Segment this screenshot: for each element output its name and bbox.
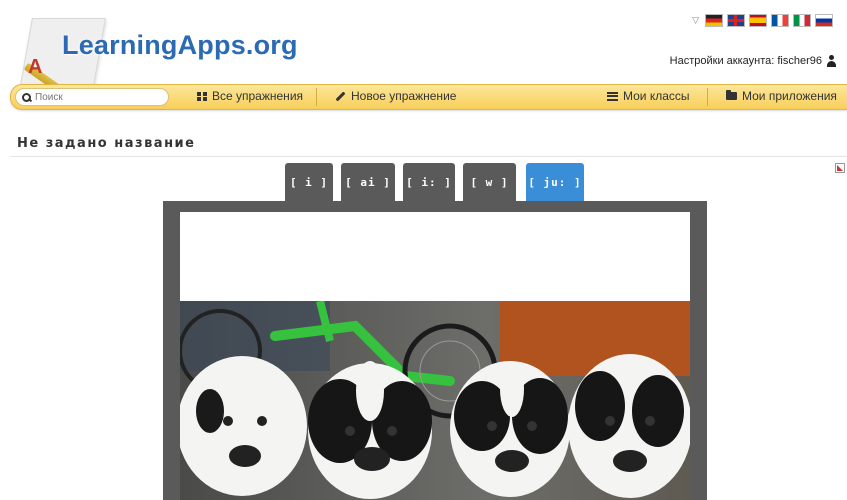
nav-all-exercises-label: Все упражнения (212, 89, 304, 103)
account-settings-link[interactable]: Настройки аккаунта: fischer96 (670, 55, 837, 67)
flag-it-icon[interactable] (793, 14, 811, 27)
logo[interactable]: A LearningApps.org (18, 8, 308, 101)
dropdown-arrow-icon[interactable]: ▽ (692, 15, 699, 26)
tab-i-long[interactable]: [ i: ] (403, 163, 455, 201)
flag-fr-icon[interactable] (771, 14, 789, 27)
phoneme-tabs: [ i ] [ ai ] [ i: ] [ w ] [ ju: ] (0, 163, 847, 201)
grid-icon (197, 91, 207, 101)
nav-divider (316, 88, 317, 106)
main-navbar: Все упражнения Новое упражнение Мои клас… (10, 84, 847, 110)
tab-w[interactable]: [ w ] (463, 163, 516, 201)
nav-divider (707, 88, 708, 106)
flag-es-icon[interactable] (749, 14, 767, 27)
nav-my-apps-label: Мои приложения (742, 89, 837, 103)
content-card (180, 212, 690, 500)
nav-new-exercise[interactable]: Новое упражнение (335, 89, 456, 103)
tab-i[interactable]: [ i ] (285, 163, 333, 201)
account-label[interactable]: Настройки аккаунта: fischer96 (670, 55, 822, 67)
title-divider (10, 156, 847, 157)
tab-ju[interactable]: [ ju: ] (526, 163, 584, 201)
nav-my-classes[interactable]: Мои классы (607, 89, 690, 103)
puppies-photo (180, 301, 690, 500)
list-icon (607, 91, 618, 101)
flag-ru-icon[interactable] (815, 14, 833, 27)
search-input[interactable] (35, 91, 155, 103)
search-icon (22, 92, 31, 102)
nav-new-exercise-label: Новое упражнение (351, 89, 457, 103)
folder-icon (726, 90, 737, 100)
logo-text: LearningApps.org (62, 30, 298, 60)
flag-de-icon[interactable] (705, 14, 723, 27)
search-box[interactable] (15, 88, 169, 106)
language-selector[interactable]: ▽ (692, 14, 833, 27)
nav-my-apps[interactable]: Мои приложения (726, 89, 837, 103)
nav-my-classes-label: Мои классы (623, 89, 690, 103)
flag-en-icon[interactable] (727, 14, 745, 27)
logo-letter-a: A (28, 56, 43, 78)
pencil-icon (335, 91, 346, 101)
page-title: Не задано название (17, 136, 196, 151)
tab-ai[interactable]: [ ai ] (341, 163, 395, 201)
user-icon[interactable] (826, 55, 837, 67)
nav-all-exercises[interactable]: Все упражнения (197, 89, 303, 103)
